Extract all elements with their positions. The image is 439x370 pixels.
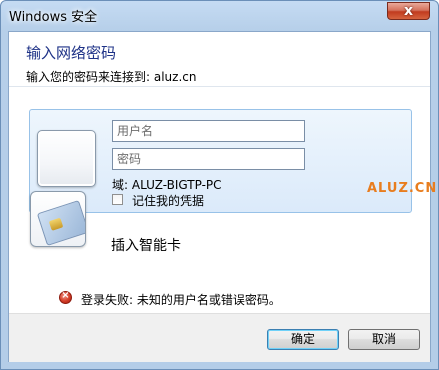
user-avatar [37, 130, 96, 187]
domain-label: 域: ALUZ-BIGTP-PC [112, 178, 222, 192]
dialog-footer: 确定 取消 [9, 313, 430, 362]
close-button[interactable]: x [387, 2, 430, 20]
remember-credentials-checkbox[interactable] [112, 194, 123, 205]
dialog-header: 输入网络密码 输入您的密码来连接到: aluz.cn [9, 32, 430, 86]
remember-credentials-label[interactable]: 记住我的凭据 [132, 192, 204, 209]
cancel-button[interactable]: 取消 [348, 329, 420, 350]
ok-button[interactable]: 确定 [267, 329, 339, 350]
title-bar[interactable]: Windows 安全 x [1, 1, 438, 29]
smartcard-icon[interactable] [30, 191, 86, 247]
window-title: Windows 安全 [9, 10, 98, 25]
error-message: 登录失败: 未知的用户名或错误密码。 [81, 293, 281, 307]
card-chip [48, 217, 64, 231]
watermark-text: ALUZ.CN [367, 181, 438, 196]
page-title: 输入网络密码 [26, 44, 117, 62]
credential-tile[interactable]: 域: ALUZ-BIGTP-PC 记住我的凭据 [29, 109, 412, 213]
smartcard-option-label[interactable]: 插入智能卡 [111, 235, 181, 255]
username-input[interactable] [112, 120, 305, 142]
card-shape [36, 200, 85, 246]
password-input[interactable] [112, 148, 305, 170]
connection-subtitle: 输入您的密码来连接到: aluz.cn [26, 70, 197, 84]
close-icon: x [403, 3, 414, 19]
error-x-icon: × [59, 290, 72, 304]
security-dialog: Windows 安全 x 输入网络密码 输入您的密码来连接到: aluz.cn … [0, 0, 439, 370]
